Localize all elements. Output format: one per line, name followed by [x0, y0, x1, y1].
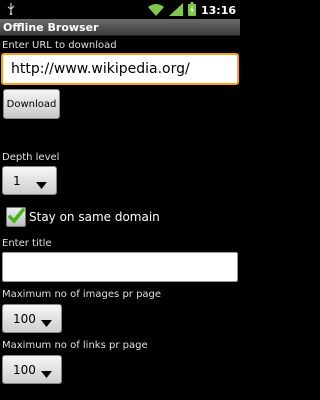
wifi-icon [147, 3, 164, 19]
clock: 13:16 [200, 4, 236, 17]
max-images-value: 100 [13, 312, 36, 326]
same-domain-checkbox[interactable] [6, 207, 26, 227]
depth-value: 1 [13, 174, 21, 188]
usb-icon [6, 3, 16, 18]
signal-icon [168, 2, 183, 19]
max-images-select[interactable]: 100 [2, 304, 62, 333]
dropdown-arrow-icon [36, 178, 47, 192]
status-bar: 13:16 [0, 0, 240, 19]
url-input[interactable] [1, 53, 239, 85]
download-button[interactable]: Download [3, 89, 60, 119]
max-images-label: Maximum no of images pr page [2, 289, 162, 300]
app-title: Offline Browser [0, 19, 240, 36]
max-links-label: Maximum no of links pr page [2, 340, 148, 351]
same-domain-label: Stay on same domain [29, 210, 160, 224]
dropdown-arrow-icon [41, 316, 52, 330]
battery-icon [187, 2, 196, 19]
depth-select[interactable]: 1 [2, 166, 57, 195]
dropdown-arrow-icon [41, 367, 52, 381]
max-links-select[interactable]: 100 [2, 355, 62, 384]
url-label: Enter URL to download [2, 40, 117, 51]
title-input[interactable] [2, 252, 238, 282]
title-label: Enter title [2, 238, 52, 249]
max-links-value: 100 [13, 363, 36, 377]
depth-label: Depth level [2, 152, 60, 163]
